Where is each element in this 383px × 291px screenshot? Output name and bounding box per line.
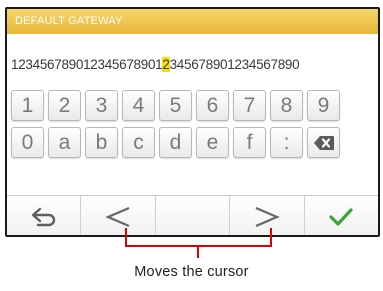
key-5[interactable]: 5 [159, 90, 192, 121]
key-b[interactable]: b [85, 127, 118, 158]
cursor-right-button[interactable] [230, 196, 305, 235]
key-2[interactable]: 2 [48, 90, 81, 121]
key-7[interactable]: 7 [233, 90, 266, 121]
confirm-button[interactable] [304, 196, 378, 235]
key-e[interactable]: e [196, 127, 229, 158]
key-colon[interactable]: : [270, 127, 303, 158]
key-d[interactable]: d [159, 127, 192, 158]
gateway-input-screen: DEFAULT GATEWAY 123456789012345678901234… [5, 7, 380, 237]
text-cursor: 2 [162, 57, 170, 72]
cursor-left-button[interactable] [81, 196, 156, 235]
title-bar: DEFAULT GATEWAY [7, 9, 378, 34]
key-3[interactable]: 3 [85, 90, 118, 121]
key-1[interactable]: 1 [11, 90, 44, 121]
key-4[interactable]: 4 [122, 90, 155, 121]
key-6[interactable]: 6 [196, 90, 229, 121]
key-c[interactable]: c [122, 127, 155, 158]
input-text-before-cursor: 123456789012345678901 [11, 57, 163, 72]
key-0[interactable]: 0 [11, 127, 44, 158]
delete-key[interactable] [307, 127, 340, 158]
key-a[interactable]: a [48, 127, 81, 158]
back-arrow-icon [31, 207, 55, 226]
bottom-control-bar [7, 195, 378, 235]
keypad-row-2: 0 a b c d e f : [11, 127, 377, 158]
annotation-connector [197, 245, 199, 258]
screen-title: DEFAULT GATEWAY [15, 15, 123, 27]
key-8[interactable]: 8 [270, 90, 303, 121]
keypad: 1 2 3 4 5 6 7 8 9 0 a b c d e f : [11, 90, 377, 164]
input-value: 1234567890123456789012345678901234567890 [11, 57, 300, 72]
blank-button [155, 196, 231, 235]
checkmark-icon [329, 207, 353, 226]
key-9[interactable]: 9 [307, 90, 340, 121]
cursor-left-icon [105, 206, 130, 227]
annotation-caption: Moves the cursor [134, 264, 249, 280]
cursor-right-icon [255, 206, 280, 227]
input-text-after-cursor: 345678901234567890 [169, 57, 300, 72]
key-f[interactable]: f [233, 127, 266, 158]
back-button[interactable] [7, 196, 82, 235]
input-field[interactable]: 1234567890123456789012345678901234567890 [7, 34, 378, 80]
backspace-icon [313, 135, 334, 150]
keypad-row-1: 1 2 3 4 5 6 7 8 9 [11, 90, 377, 121]
